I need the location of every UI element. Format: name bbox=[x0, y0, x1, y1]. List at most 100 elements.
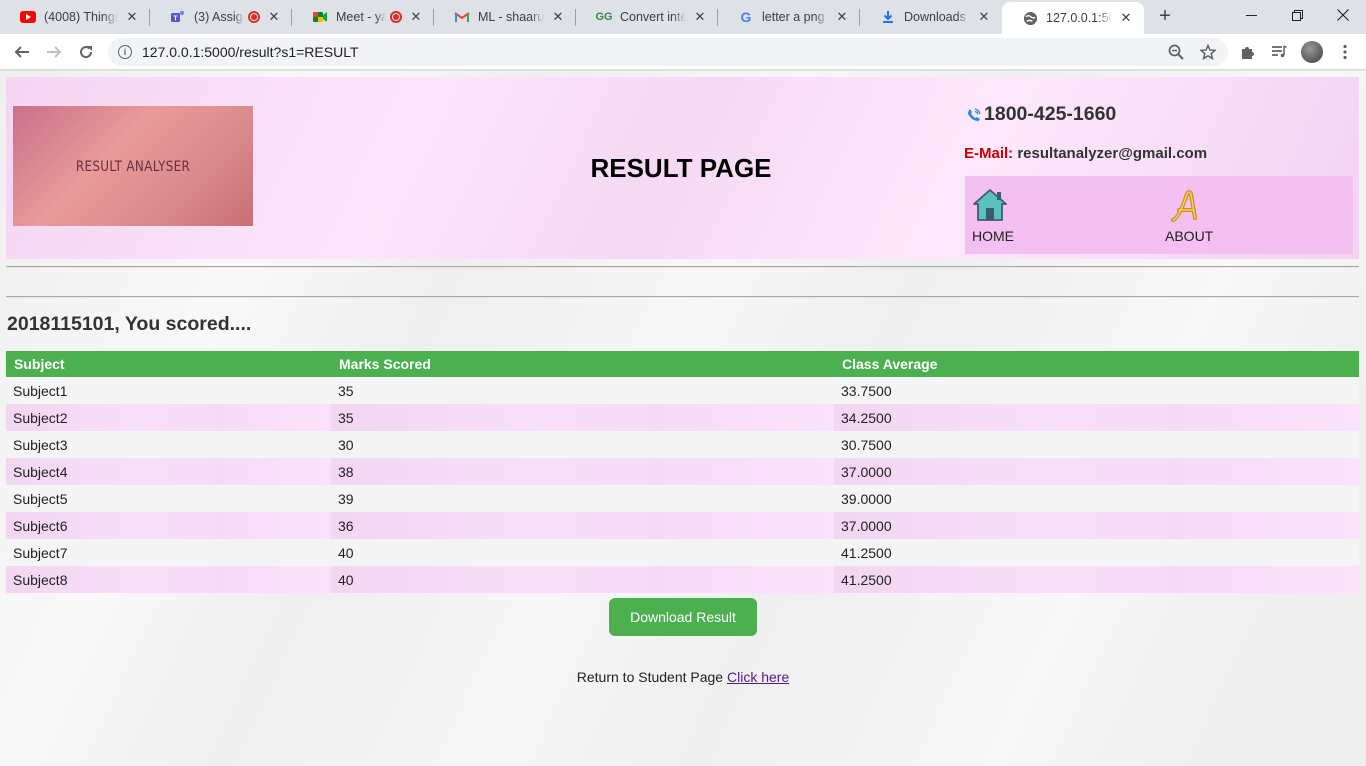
tab-gmail[interactable]: ML - shaarume ✕ bbox=[434, 0, 576, 34]
subject-cell: Subject5 bbox=[6, 485, 331, 512]
tab-title: Meet - yaj bbox=[336, 10, 386, 24]
download-icon bbox=[880, 9, 896, 25]
average-cell: 37.0000 bbox=[834, 458, 1359, 485]
youtube-icon bbox=[20, 9, 36, 25]
tab-localhost[interactable]: 127.0.0.1:5000 ✕ bbox=[1002, 2, 1144, 34]
forward-arrow-icon[interactable] bbox=[40, 38, 68, 66]
tab-title: ML - shaarume bbox=[478, 10, 544, 24]
marks-cell: 35 bbox=[331, 377, 834, 404]
table-row: Subject4 38 37.0000 bbox=[6, 458, 1359, 485]
column-header-marks: Marks Scored bbox=[331, 351, 834, 377]
teams-icon: T bbox=[170, 9, 186, 25]
table-row: Subject3 30 30.7500 bbox=[6, 431, 1359, 458]
score-heading: 2018115101, You scored.... bbox=[7, 313, 252, 335]
close-icon[interactable]: ✕ bbox=[124, 9, 140, 25]
bookmark-star-icon[interactable] bbox=[1194, 38, 1222, 66]
marks-cell: 38 bbox=[331, 458, 834, 485]
close-icon[interactable]: ✕ bbox=[692, 9, 708, 25]
nav-home[interactable]: HOME bbox=[972, 188, 1014, 244]
meet-icon bbox=[312, 9, 328, 25]
average-cell: 34.2500 bbox=[834, 404, 1359, 431]
page-title: RESULT PAGE bbox=[590, 153, 772, 183]
tab-google[interactable]: G letter a png - G ✕ bbox=[718, 0, 860, 34]
tab-title: letter a png - G bbox=[762, 10, 828, 24]
marks-cell: 35 bbox=[331, 404, 834, 431]
home-icon bbox=[973, 189, 1007, 221]
divider bbox=[6, 296, 1359, 298]
return-text: Return to Student Page bbox=[576, 669, 724, 685]
column-header-subject: Subject bbox=[6, 351, 331, 377]
tab-meet[interactable]: Meet - yaj ✕ bbox=[292, 0, 434, 34]
subject-cell: Subject4 bbox=[6, 458, 331, 485]
url-text[interactable]: 127.0.0.1:5000/result?s1=RESULT bbox=[142, 44, 359, 60]
tab-title: (4008) Things w bbox=[44, 10, 118, 24]
table-row: Subject2 35 34.2500 bbox=[6, 404, 1359, 431]
tab-strip: (4008) Things w ✕ T (3) Assignm ✕ Meet -… bbox=[0, 0, 1366, 34]
close-icon[interactable]: ✕ bbox=[834, 9, 850, 25]
tab-geeksforgeeks[interactable]: GG Convert intege ✕ bbox=[576, 0, 718, 34]
letter-a-icon bbox=[1171, 190, 1197, 222]
svg-text:T: T bbox=[173, 15, 178, 22]
column-header-average: Class Average bbox=[834, 351, 1359, 377]
tab-title: 127.0.0.1:5000 bbox=[1046, 11, 1112, 25]
average-cell: 41.2500 bbox=[834, 566, 1359, 593]
email-label: E-Mail: bbox=[964, 145, 1014, 162]
globe-icon bbox=[1022, 10, 1038, 26]
marks-cell: 40 bbox=[331, 539, 834, 566]
tab-downloads[interactable]: Downloads ✕ bbox=[860, 0, 1002, 34]
info-icon[interactable]: i bbox=[118, 45, 132, 59]
table-row: Subject6 36 37.0000 bbox=[6, 512, 1359, 539]
logo-text: RESULT ANALYSER bbox=[75, 157, 191, 175]
close-icon[interactable]: ✕ bbox=[1118, 10, 1134, 26]
profile-avatar[interactable] bbox=[1301, 41, 1323, 63]
minimize-icon[interactable] bbox=[1228, 0, 1274, 30]
subject-cell: Subject7 bbox=[6, 539, 331, 566]
extensions-puzzle-icon[interactable] bbox=[1234, 38, 1262, 66]
close-icon[interactable]: ✕ bbox=[266, 9, 282, 25]
average-cell: 41.2500 bbox=[834, 539, 1359, 566]
tab-title: (3) Assignm bbox=[194, 10, 244, 24]
marks-cell: 30 bbox=[331, 431, 834, 458]
address-bar[interactable]: i 127.0.0.1:5000/result?s1=RESULT bbox=[108, 38, 1228, 66]
table-row: Subject5 39 39.0000 bbox=[6, 485, 1359, 512]
marks-cell: 36 bbox=[331, 512, 834, 539]
marks-cell: 40 bbox=[331, 566, 834, 593]
zoom-icon[interactable] bbox=[1162, 38, 1190, 66]
kebab-menu-icon[interactable] bbox=[1331, 38, 1359, 66]
gmail-icon bbox=[454, 9, 470, 25]
subject-cell: Subject1 bbox=[6, 377, 331, 404]
subject-cell: Subject3 bbox=[6, 431, 331, 458]
close-icon[interactable]: ✕ bbox=[408, 9, 424, 25]
tab-title: Convert intege bbox=[620, 10, 686, 24]
email-address: resultanalyzer@gmail.com bbox=[1017, 145, 1208, 162]
table-header-row: Subject Marks Scored Class Average bbox=[6, 351, 1359, 377]
phone-icon bbox=[968, 107, 981, 121]
average-cell: 39.0000 bbox=[834, 485, 1359, 512]
back-arrow-icon[interactable] bbox=[8, 38, 36, 66]
browser-toolbar: i 127.0.0.1:5000/result?s1=RESULT bbox=[0, 34, 1366, 70]
phone-number: 1800-425-1660 bbox=[984, 103, 1117, 125]
nav-about[interactable]: ABOUT bbox=[1165, 188, 1213, 244]
media-queue-icon[interactable] bbox=[1265, 38, 1293, 66]
new-tab-button[interactable]: + bbox=[1154, 5, 1176, 27]
close-icon[interactable]: ✕ bbox=[550, 9, 566, 25]
return-link[interactable]: Click here bbox=[727, 669, 789, 685]
nav-home-label: HOME bbox=[972, 228, 1014, 244]
tab-youtube[interactable]: (4008) Things w ✕ bbox=[0, 0, 150, 34]
reload-icon[interactable] bbox=[72, 38, 100, 66]
nav-bar: HOME ABOUT bbox=[965, 176, 1353, 254]
divider bbox=[6, 266, 1359, 268]
average-cell: 30.7500 bbox=[834, 431, 1359, 458]
table-row: Subject1 35 33.7500 bbox=[6, 377, 1359, 404]
download-result-button[interactable]: Download Result bbox=[609, 598, 757, 636]
tab-teams[interactable]: T (3) Assignm ✕ bbox=[150, 0, 292, 34]
site-header: RESULT ANALYSER RESULT PAGE 1800-425-166… bbox=[6, 77, 1359, 259]
phone-contact: 1800-425-1660 bbox=[966, 103, 1116, 126]
page-content: RESULT ANALYSER RESULT PAGE 1800-425-166… bbox=[0, 71, 1366, 766]
close-window-icon[interactable] bbox=[1320, 0, 1366, 30]
subject-cell: Subject8 bbox=[6, 566, 331, 593]
nav-about-label: ABOUT bbox=[1165, 228, 1214, 244]
restore-icon[interactable] bbox=[1274, 0, 1320, 30]
close-icon[interactable]: ✕ bbox=[976, 9, 992, 25]
geeksforgeeks-icon: GG bbox=[595, 11, 613, 23]
